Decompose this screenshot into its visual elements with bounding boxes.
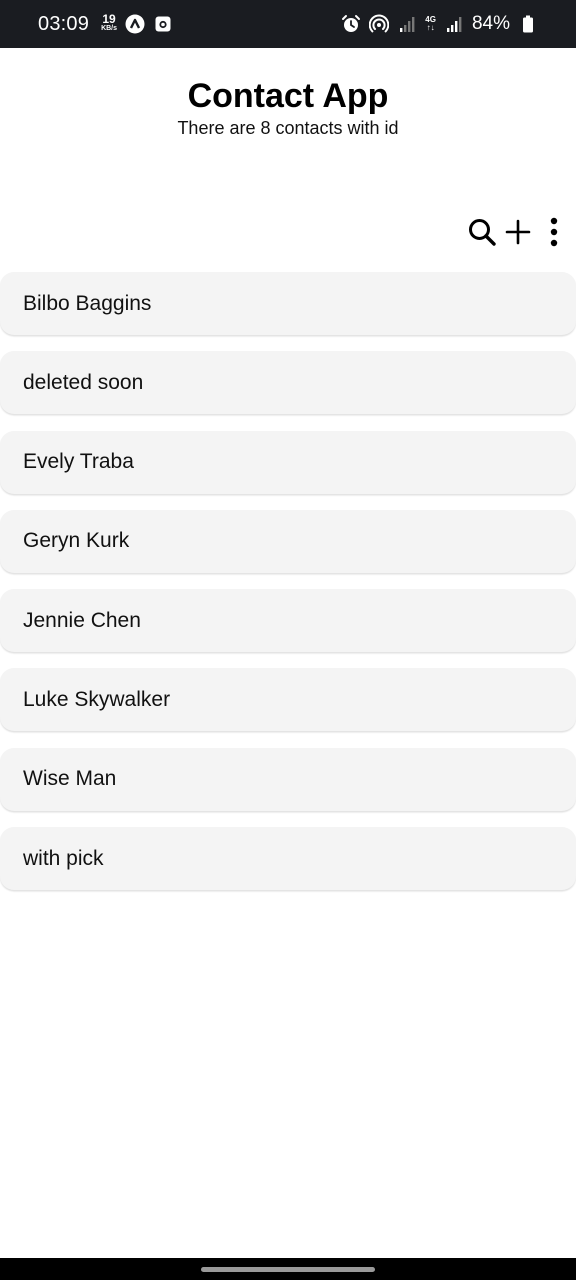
header: Contact App There are 8 contacts with id (0, 76, 576, 139)
status-left: 03:09 19 KB/s (38, 13, 173, 36)
contact-item-jennie-chen[interactable]: Jennie Chen (0, 589, 576, 653)
more-vert-icon (550, 217, 558, 247)
hotspot-icon (369, 14, 390, 34)
plus-icon (505, 219, 531, 245)
status-time: 03:09 (38, 12, 90, 35)
contact-list: Bilbo Baggins deleted soon Evely Traba G… (0, 272, 576, 906)
contact-item-geryn-kurk[interactable]: Geryn Kurk (0, 509, 576, 573)
more-options-button[interactable] (538, 212, 570, 252)
battery-icon (518, 14, 538, 34)
toolbar (466, 212, 570, 252)
page-title: Contact App (187, 77, 389, 115)
search-icon (469, 219, 496, 246)
signal-icon-1 (397, 14, 417, 34)
alarm-icon (341, 14, 361, 34)
contact-item-deleted-soon[interactable]: deleted soon (0, 351, 576, 415)
camera-app-icon (153, 14, 173, 34)
status-bar: 03:09 19 KB/s 4G ↑↓ 84% (0, 0, 576, 48)
network-activity-arrows: ↑↓ (426, 23, 435, 32)
contact-item-wise-man[interactable]: Wise Man (0, 747, 576, 811)
network-type-indicator: 4G ↑↓ (425, 16, 436, 32)
net-speed-unit: KB/s (101, 25, 118, 32)
app-a-icon (125, 14, 145, 34)
contact-item-bilbo-baggins[interactable]: Bilbo Baggins (0, 272, 576, 335)
net-speed-value: 19 (102, 12, 116, 26)
net-speed-indicator: 19 KB/s (101, 12, 118, 33)
add-contact-button[interactable] (502, 212, 534, 252)
app-screen: 03:09 19 KB/s 4G ↑↓ 84% Contact App Ther… (0, 0, 576, 1280)
contacts-count-subtitle: There are 8 contacts with id (177, 118, 399, 138)
contact-item-luke-skywalker[interactable]: Luke Skywalker (0, 668, 576, 732)
contact-item-evely-traba[interactable]: Evely Traba (0, 430, 576, 494)
system-nav-bar (0, 1258, 576, 1280)
contact-item-with-pick[interactable]: with pick (0, 827, 576, 891)
home-indicator[interactable] (201, 1266, 375, 1272)
search-button[interactable] (466, 212, 498, 252)
battery-percentage: 84% (471, 13, 510, 34)
signal-icon-2 (444, 14, 464, 34)
status-right: 4G ↑↓ 84% (341, 13, 538, 35)
